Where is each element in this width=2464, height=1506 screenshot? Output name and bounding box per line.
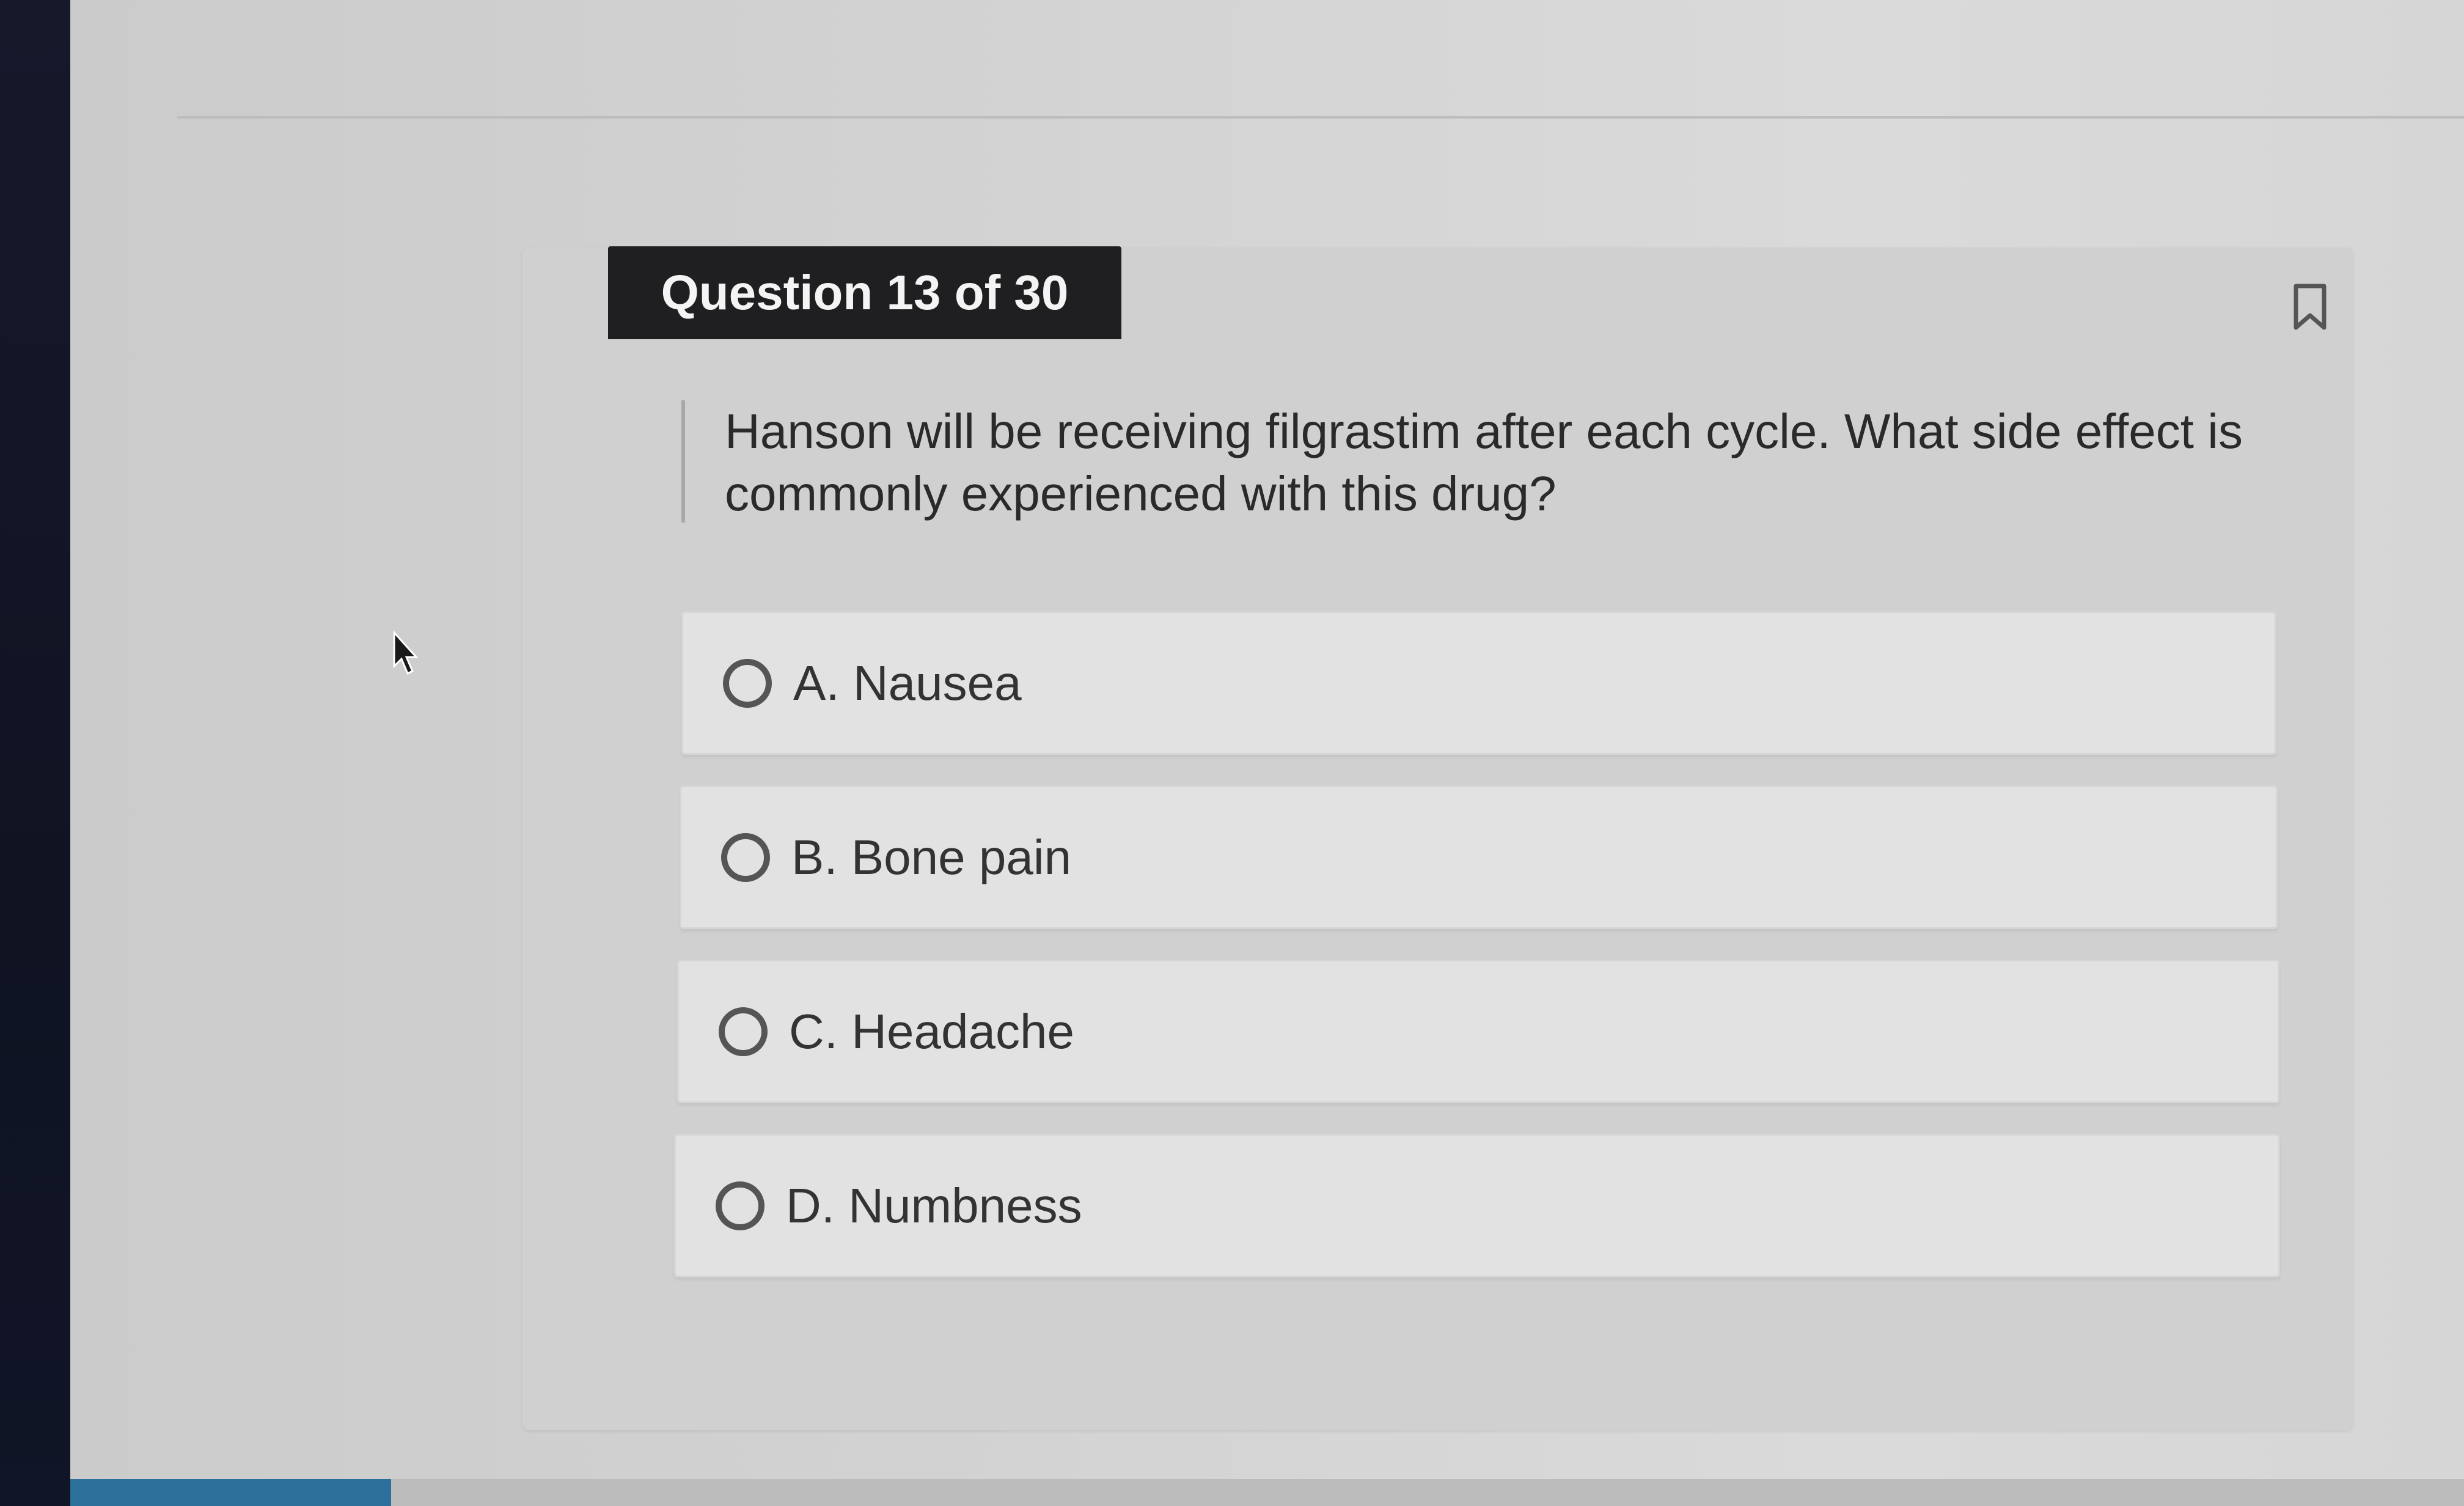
- question-counter: Question 13 of 30: [661, 265, 1069, 320]
- answer-label: C. Headache: [789, 1004, 1074, 1059]
- answer-option-a[interactable]: A. Nausea: [681, 611, 2276, 755]
- question-text: Hanson will be receiving filgrastim afte…: [725, 404, 2243, 521]
- answer-label: A. Nausea: [793, 655, 1022, 710]
- radio-button[interactable]: [721, 832, 770, 882]
- monitor-bezel: [0, 0, 70, 1506]
- radio-button[interactable]: [719, 1007, 768, 1056]
- header-divider: [177, 116, 2464, 119]
- progress-accent-bar: [70, 1479, 391, 1506]
- answer-label: B. Bone pain: [791, 829, 1072, 884]
- answer-option-b[interactable]: B. Bone pain: [680, 785, 2278, 929]
- answer-label: D. Numbness: [786, 1178, 1082, 1233]
- question-stem: Hanson will be receiving filgrastim afte…: [681, 400, 2258, 523]
- answer-option-c[interactable]: C. Headache: [677, 960, 2279, 1103]
- question-counter-tab: Question 13 of 30: [608, 246, 1121, 339]
- answer-option-d[interactable]: D. Numbness: [674, 1134, 2280, 1277]
- radio-button[interactable]: [716, 1181, 765, 1230]
- radio-button[interactable]: [723, 658, 772, 708]
- mouse-cursor-icon: [393, 630, 419, 675]
- bottom-bar: [70, 1479, 2464, 1506]
- bookmark-icon[interactable]: [2289, 282, 2331, 331]
